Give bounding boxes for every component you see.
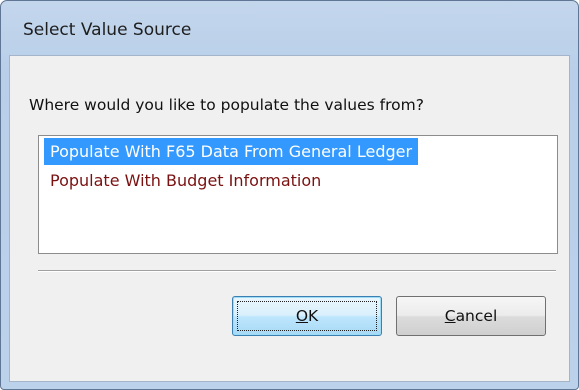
window-title: Select Value Source	[23, 20, 192, 40]
prompt-label: Where would you like to populate the val…	[29, 96, 424, 114]
list-item-label: Populate With Budget Information	[50, 171, 322, 190]
ok-accel-key: O	[295, 307, 309, 325]
title-bar[interactable]: Select Value Source	[1, 1, 578, 55]
cancel-button[interactable]: Cancel	[396, 296, 546, 336]
value-source-list[interactable]: Populate With F65 Data From General Ledg…	[38, 135, 558, 254]
list-item-label: Populate With F65 Data From General Ledg…	[50, 142, 413, 161]
cancel-label-rest: ancel	[455, 307, 498, 325]
separator	[38, 270, 556, 272]
cancel-accel-key: C	[444, 307, 456, 325]
list-item-general-ledger[interactable]: Populate With F65 Data From General Ledg…	[44, 138, 419, 165]
ok-button[interactable]: OK	[232, 296, 382, 336]
dialog-body: Where would you like to populate the val…	[9, 55, 570, 382]
list-item-budget[interactable]: Populate With Budget Information	[44, 167, 327, 194]
ok-label-rest: K	[308, 307, 319, 325]
dialog-window: Select Value Source Where would you like…	[0, 0, 579, 390]
